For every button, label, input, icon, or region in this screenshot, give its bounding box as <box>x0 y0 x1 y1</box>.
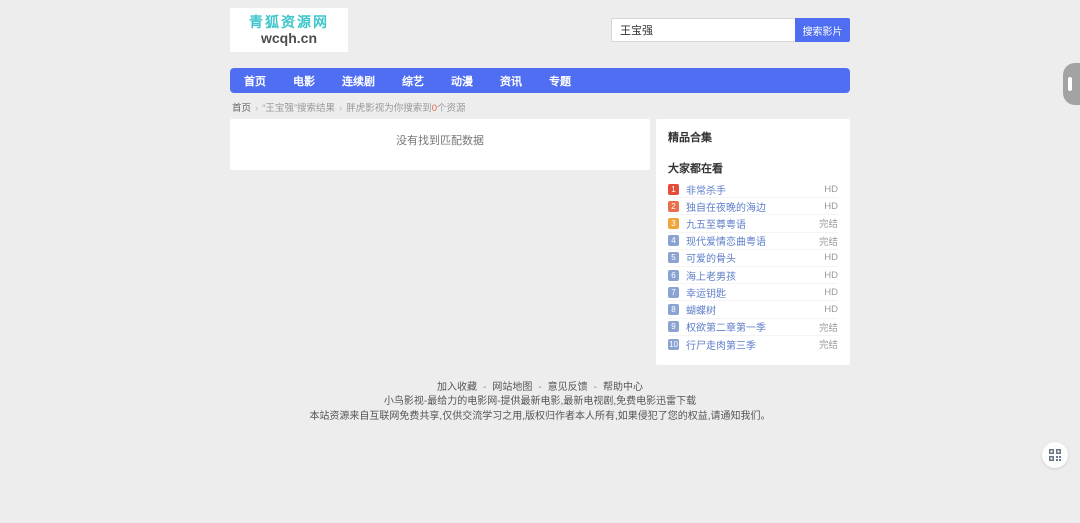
list-item[interactable]: 7 幸运钥匙 HD <box>668 284 838 301</box>
movie-status: 完结 <box>819 337 838 351</box>
movie-title-link[interactable]: 权欲第二章第一季 <box>686 319 819 334</box>
breadcrumb-result-prefix: 胖虎影视为你搜索到 <box>346 103 432 114</box>
footer-link-help[interactable]: 帮助中心 <box>603 382 643 393</box>
rank-badge: 7 <box>668 287 679 298</box>
movie-status: HD <box>824 184 838 195</box>
content-area: 没有找到匹配数据 精品合集 大家都在看 1 非常杀手 HD 2 独自在夜晚的海边… <box>230 119 850 365</box>
breadcrumb-result-suffix: 个资源 <box>437 103 466 114</box>
movie-status: 完结 <box>819 320 838 334</box>
site-logo-title: 青狐资源网 <box>249 14 329 30</box>
list-item[interactable]: 4 现代爱情恋曲粤语 完结 <box>668 233 838 250</box>
rank-badge: 3 <box>668 218 679 229</box>
sidebar-subtitle: 大家都在看 <box>668 160 838 176</box>
nav-item-movies[interactable]: 电影 <box>293 73 315 89</box>
list-item[interactable]: 1 非常杀手 HD <box>668 181 838 198</box>
breadcrumb-search-result: “王宝强”搜索结果 <box>262 103 335 114</box>
list-item[interactable]: 6 海上老男孩 HD <box>668 267 838 284</box>
search-button[interactable]: 搜索影片 <box>795 18 850 42</box>
movie-status: HD <box>824 287 838 298</box>
movie-status: HD <box>824 304 838 315</box>
list-item[interactable]: 3 九五至尊粤语 完结 <box>668 215 838 232</box>
no-results-message: 没有找到匹配数据 <box>396 135 484 147</box>
movie-status: HD <box>824 252 838 263</box>
site-header: 青狐资源网 wcqh.cn 搜索影片 <box>230 0 850 60</box>
list-item[interactable]: 8 蝴蝶树 HD <box>668 301 838 318</box>
qr-code-button[interactable] <box>1042 442 1068 468</box>
page-container: 青狐资源网 wcqh.cn 搜索影片 首页 电影 连续剧 综艺 动漫 资讯 专题… <box>230 0 850 424</box>
footer-disclaimer: 本站资源来自互联网免费共享,仅供交流学习之用,版权归作者本人所有,如果侵犯了您的… <box>230 410 850 425</box>
movie-title-link[interactable]: 现代爱情恋曲粤语 <box>686 233 819 248</box>
site-logo-domain: wcqh.cn <box>261 30 317 47</box>
movie-title-link[interactable]: 九五至尊粤语 <box>686 216 819 231</box>
movie-status: HD <box>824 201 838 212</box>
footer-links-row: 加入收藏-网站地图-意见反馈-帮助中心 <box>230 381 850 396</box>
list-item[interactable]: 2 独自在夜晚的海边 HD <box>668 198 838 215</box>
nav-item-series[interactable]: 连续剧 <box>342 73 375 89</box>
nav-item-topics[interactable]: 专题 <box>549 73 571 89</box>
footer-link-feedback[interactable]: 意见反馈 <box>548 382 588 393</box>
qr-code-icon <box>1049 449 1061 461</box>
site-logo[interactable]: 青狐资源网 wcqh.cn <box>230 8 348 52</box>
nav-item-anime[interactable]: 动漫 <box>451 73 473 89</box>
footer-link-favorites[interactable]: 加入收藏 <box>437 382 477 393</box>
rank-badge: 1 <box>668 184 679 195</box>
footer-separator: - <box>483 382 486 393</box>
nav-item-home[interactable]: 首页 <box>244 73 266 89</box>
footer-separator: - <box>594 382 597 393</box>
movie-title-link[interactable]: 独自在夜晚的海边 <box>686 199 824 214</box>
rank-badge: 10 <box>668 339 679 350</box>
side-panel-toggle[interactable] <box>1063 63 1080 105</box>
rank-badge: 9 <box>668 321 679 332</box>
movie-status: 完结 <box>819 234 838 248</box>
nav-item-news[interactable]: 资讯 <box>500 73 522 89</box>
rank-badge: 6 <box>668 270 679 281</box>
movie-title-link[interactable]: 非常杀手 <box>686 182 824 197</box>
movie-title-link[interactable]: 幸运钥匙 <box>686 285 824 300</box>
hot-list: 1 非常杀手 HD 2 独自在夜晚的海边 HD 3 九五至尊粤语 完结 4 现代… <box>668 181 838 353</box>
search-results-panel: 没有找到匹配数据 <box>230 119 650 170</box>
rank-badge: 2 <box>668 201 679 212</box>
footer-site-description: 小鸟影视-最给力的电影网-提供最新电影,最新电视剧,免费电影迅雷下载 <box>230 395 850 410</box>
rank-badge: 5 <box>668 252 679 263</box>
movie-title-link[interactable]: 蝴蝶树 <box>686 302 824 317</box>
list-item[interactable]: 10 行尸走肉第三季 完结 <box>668 336 838 353</box>
list-item[interactable]: 9 权欲第二章第一季 完结 <box>668 319 838 336</box>
side-panel-toggle-handle-icon <box>1068 77 1072 91</box>
sidebar-hot-list: 精品合集 大家都在看 1 非常杀手 HD 2 独自在夜晚的海边 HD 3 九五至… <box>656 119 850 365</box>
movie-status: HD <box>824 270 838 281</box>
rank-badge: 8 <box>668 304 679 315</box>
breadcrumb: 首页›“王宝强”搜索结果›胖虎影视为你搜索到0个资源 <box>232 100 850 114</box>
list-item[interactable]: 5 可爱的骨头 HD <box>668 250 838 267</box>
search-input[interactable] <box>611 18 795 42</box>
sidebar-title[interactable]: 精品合集 <box>668 129 838 145</box>
breadcrumb-separator: › <box>339 103 342 114</box>
main-nav: 首页 电影 连续剧 综艺 动漫 资讯 专题 <box>230 68 850 93</box>
movie-title-link[interactable]: 海上老男孩 <box>686 268 824 283</box>
movie-title-link[interactable]: 可爱的骨头 <box>686 250 824 265</box>
breadcrumb-separator: › <box>255 103 258 114</box>
rank-badge: 4 <box>668 235 679 246</box>
footer-link-sitemap[interactable]: 网站地图 <box>492 382 532 393</box>
movie-title-link[interactable]: 行尸走肉第三季 <box>686 337 819 352</box>
movie-status: 完结 <box>819 216 838 230</box>
site-footer: 加入收藏-网站地图-意见反馈-帮助中心 小鸟影视-最给力的电影网-提供最新电影,… <box>230 381 850 425</box>
breadcrumb-home-link[interactable]: 首页 <box>232 103 251 114</box>
nav-item-variety[interactable]: 综艺 <box>402 73 424 89</box>
search-bar: 搜索影片 <box>611 18 850 42</box>
footer-separator: - <box>538 382 541 393</box>
